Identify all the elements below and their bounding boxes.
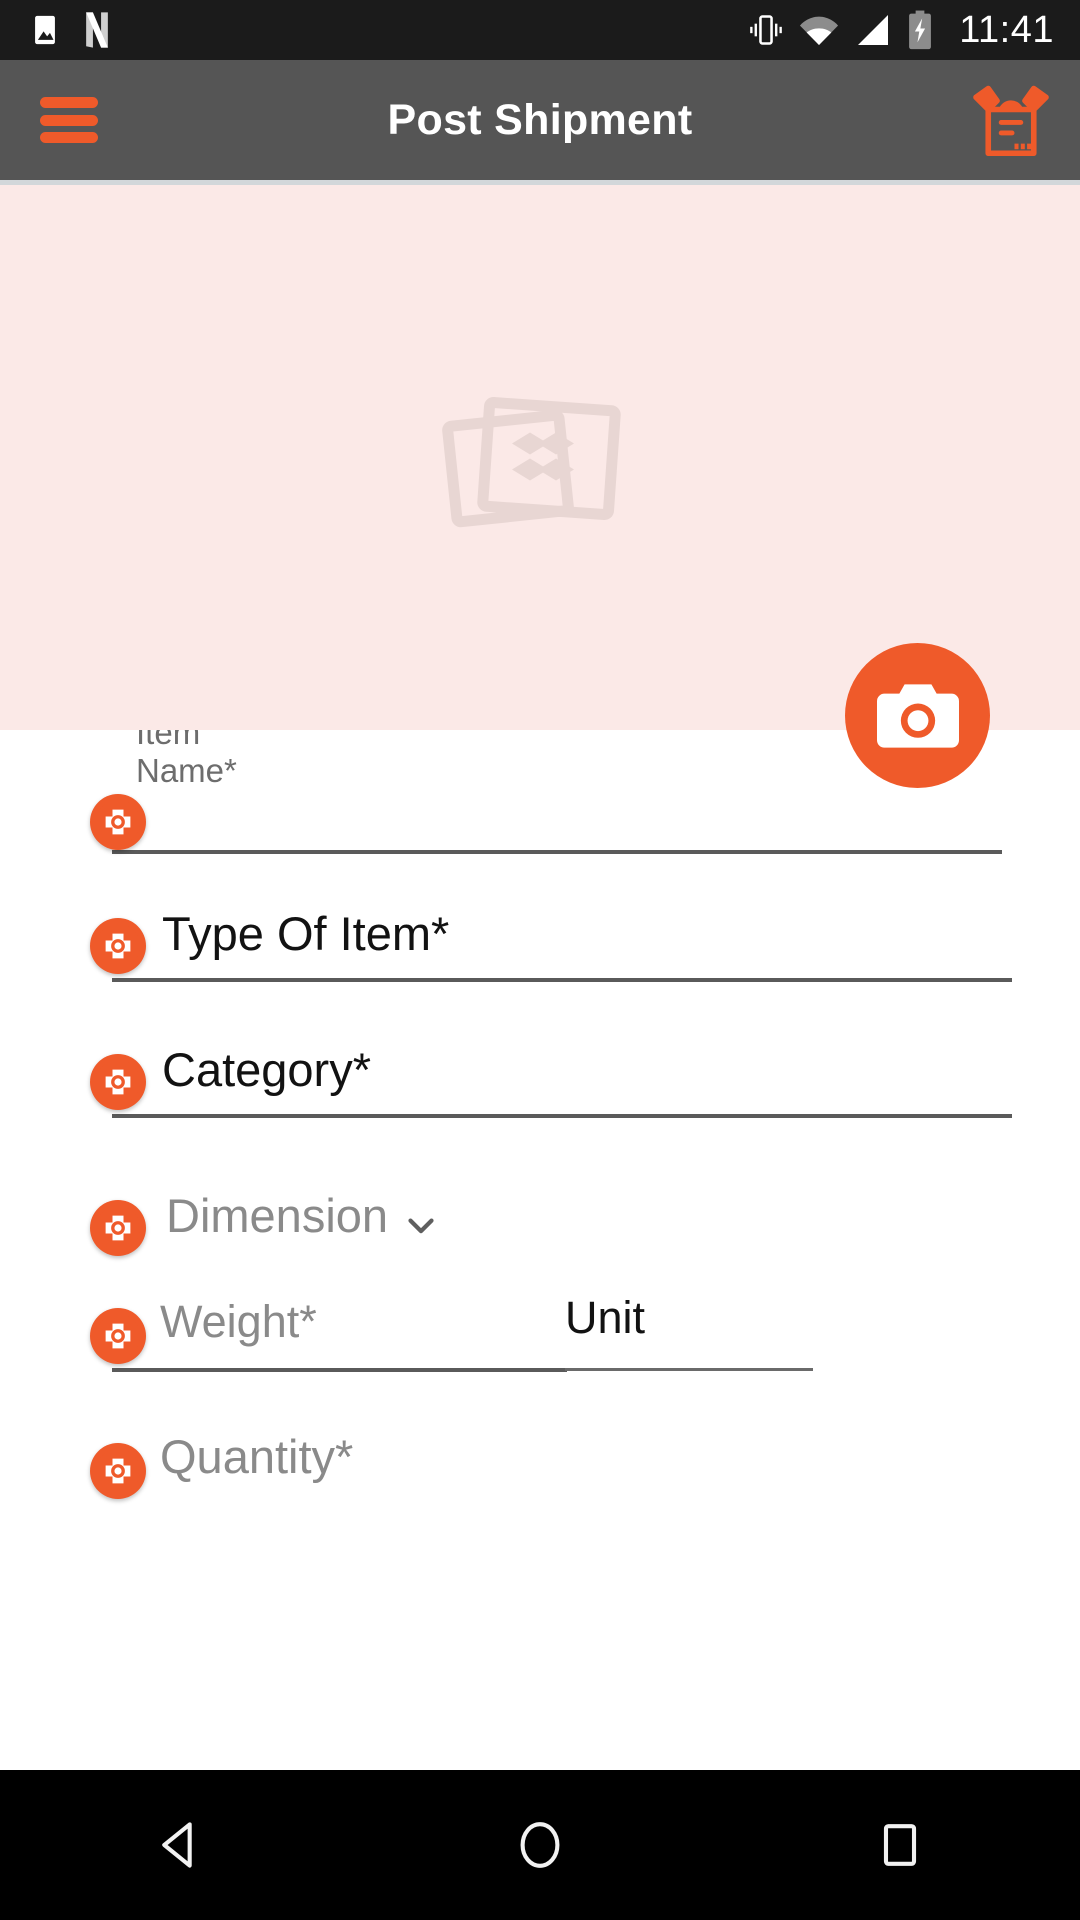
page-title: Post Shipment	[387, 95, 693, 144]
shutter-target-icon	[96, 1060, 140, 1104]
photo-icon	[35, 15, 55, 45]
app-bar: Post Shipment	[0, 60, 1080, 180]
shutter-target-icon	[96, 1314, 140, 1358]
chevron-down-icon[interactable]	[400, 1204, 442, 1246]
weight-underline[interactable]	[112, 1368, 567, 1372]
quantity-badge-icon[interactable]	[90, 1443, 146, 1499]
camera-icon	[876, 683, 959, 748]
shutter-target-icon	[96, 1449, 140, 1493]
battery-charging-icon	[909, 10, 932, 50]
shutter-target-icon	[96, 800, 140, 844]
category-badge-icon[interactable]	[90, 1054, 146, 1110]
open-box-package-icon[interactable]	[968, 77, 1054, 163]
unit-underline[interactable]	[565, 1368, 813, 1371]
status-bar-right-icons: 11:41	[747, 9, 1054, 52]
android-navigation-bar	[0, 1770, 1080, 1920]
type-of-item-badge-icon[interactable]	[90, 918, 146, 974]
type-of-item-underline[interactable]	[112, 978, 1012, 982]
hamburger-bar-3	[40, 132, 98, 143]
shipment-form: Item Name* Type Of Item* Category* Dimen…	[0, 730, 1080, 1770]
hamburger-menu-icon[interactable]	[40, 97, 98, 143]
status-bar-clock: 11:41	[959, 8, 1054, 51]
home-circle-icon	[520, 1822, 560, 1868]
status-bar-left-icons	[28, 11, 114, 49]
nav-home-button[interactable]	[465, 1770, 615, 1920]
category-value[interactable]: Category*	[162, 1042, 371, 1097]
dimension-label[interactable]: Dimension	[166, 1188, 388, 1243]
item-name-underline[interactable]	[112, 850, 1002, 854]
photo-stack-glyph	[442, 396, 621, 527]
open-box-package-glyph	[973, 85, 1049, 157]
wifi-icon	[800, 16, 839, 45]
recents-square-icon	[883, 1824, 917, 1866]
type-of-item-value[interactable]: Type Of Item*	[162, 906, 449, 961]
signal-icon	[858, 15, 889, 45]
hamburger-bar-1	[40, 97, 98, 108]
shutter-target-icon	[96, 924, 140, 968]
status-bar: 11:41	[0, 0, 1080, 60]
weight-placeholder[interactable]: Weight*	[160, 1296, 317, 1348]
hamburger-bar-2	[40, 114, 98, 126]
nav-recents-button[interactable]	[825, 1770, 975, 1920]
item-name-badge-icon[interactable]	[90, 794, 146, 850]
vibrate-icon	[750, 15, 783, 45]
weight-badge-icon[interactable]	[90, 1308, 146, 1364]
nav-back-button[interactable]	[105, 1770, 255, 1920]
category-underline[interactable]	[112, 1114, 1012, 1118]
netflix-n-icon	[86, 12, 108, 48]
shutter-target-icon	[96, 1206, 140, 1250]
photo-stack-placeholder-icon	[440, 380, 640, 535]
camera-capture-button[interactable]	[845, 643, 990, 788]
back-triangle-icon	[162, 1822, 192, 1868]
dimension-badge-icon[interactable]	[90, 1200, 146, 1256]
unit-value[interactable]: Unit	[565, 1292, 645, 1344]
quantity-placeholder[interactable]: Quantity*	[160, 1429, 353, 1484]
item-name-floating-label: Item Name*	[136, 730, 237, 789]
